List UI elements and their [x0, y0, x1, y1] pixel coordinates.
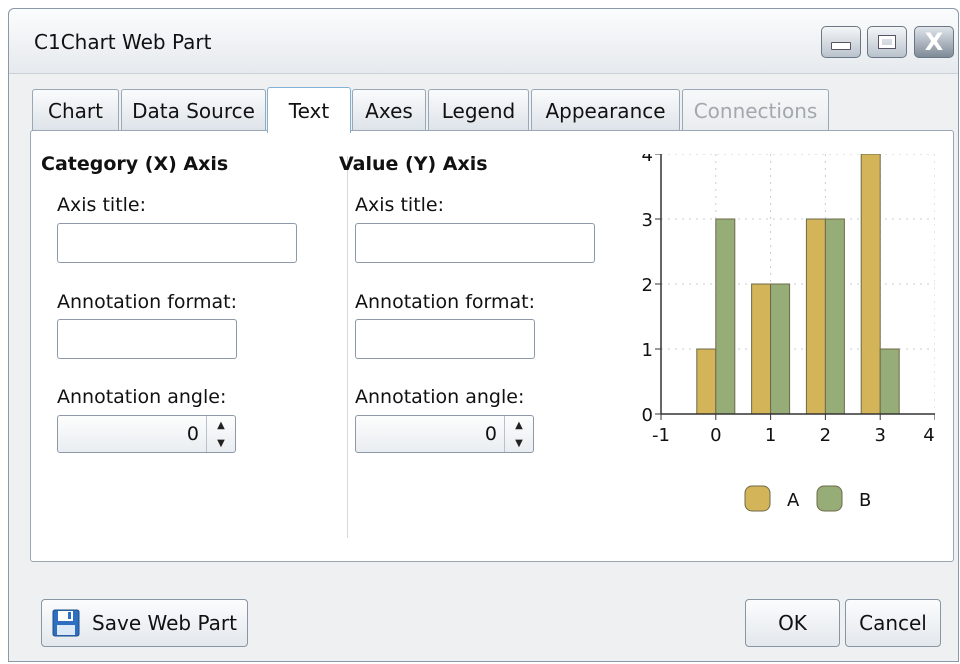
spin-up-icon[interactable]: ▲ — [505, 416, 533, 434]
minimize-icon — [831, 42, 851, 50]
window-title: C1Chart Web Part — [34, 30, 212, 54]
x-tick-label: 2 — [820, 425, 831, 446]
x-axis-title-input[interactable] — [57, 223, 297, 263]
spin-down-icon[interactable]: ▼ — [505, 434, 533, 452]
y-axis-heading: Value (Y) Axis — [339, 153, 488, 175]
cancel-button[interactable]: Cancel — [845, 599, 941, 647]
x-annotation-angle-label: Annotation angle: — [57, 386, 227, 408]
bar-b-3 — [879, 348, 900, 415]
bar-a-3 — [860, 154, 881, 415]
tab-connections: Connections — [682, 89, 829, 131]
y-annotation-format-input[interactable] — [355, 319, 535, 359]
x-annotation-format-label: Annotation format: — [57, 291, 238, 313]
y-axis-title-input[interactable] — [355, 223, 595, 263]
legend-label-b: B — [859, 490, 871, 511]
floppy-disk-icon — [52, 609, 80, 637]
y-tick-label: 4 — [642, 154, 653, 166]
y-tick-label: 2 — [642, 275, 653, 296]
x-tick-label: 3 — [874, 425, 885, 446]
ok-button[interactable]: OK — [745, 599, 840, 647]
y-annotation-angle-stepper[interactable]: 0 ▲ ▼ — [355, 415, 534, 453]
y-annotation-format-label: Annotation format: — [355, 291, 536, 313]
x-tick-label: 0 — [710, 425, 721, 446]
bar-b-0 — [715, 218, 736, 415]
web-part-dialog: C1Chart Web Part X Chart Data Source Tex… — [8, 8, 959, 662]
tab-data-source[interactable]: Data Source — [121, 89, 266, 131]
x-annotation-angle-value: 0 — [186, 423, 199, 445]
legend-label-a: A — [787, 490, 800, 511]
y-angle-spin-buttons: ▲ ▼ — [504, 416, 533, 452]
tab-chart[interactable]: Chart — [32, 89, 119, 131]
maximize-icon — [878, 35, 896, 49]
y-tick-label: 0 — [642, 405, 653, 426]
tab-axes[interactable]: Axes — [352, 89, 426, 131]
legend-swatch-b — [816, 485, 843, 512]
minimize-button[interactable] — [821, 26, 861, 58]
bar-a-2 — [805, 218, 826, 415]
x-tick-label: -1 — [652, 425, 670, 446]
section-divider — [347, 156, 348, 538]
x-annotation-format-input[interactable] — [57, 319, 237, 359]
close-button[interactable]: X — [914, 26, 954, 58]
bar-a-0 — [696, 348, 717, 415]
tab-text[interactable]: Text — [267, 87, 351, 133]
x-axis-title-label: Axis title: — [57, 194, 147, 216]
title-bar[interactable]: C1Chart Web Part X — [9, 9, 958, 74]
x-annotation-angle-stepper[interactable]: 0 ▲ ▼ — [57, 415, 236, 453]
maximize-button[interactable] — [867, 26, 907, 58]
save-web-part-button[interactable]: Save Web Part — [41, 599, 248, 647]
bar-b-2 — [824, 218, 845, 415]
tab-appearance[interactable]: Appearance — [531, 89, 680, 131]
x-tick-label: 4 — [923, 425, 934, 446]
y-annotation-angle-label: Annotation angle: — [355, 386, 525, 408]
legend-swatch-a — [744, 485, 771, 512]
y-tick-label: 3 — [642, 210, 653, 231]
bar-b-1 — [770, 283, 791, 415]
x-axis-heading: Category (X) Axis — [41, 153, 229, 175]
y-tick-label: 1 — [642, 340, 653, 361]
chart-preview: 01234-1 0 1 2 3 4A B — [642, 154, 935, 512]
spin-up-icon[interactable]: ▲ — [207, 416, 235, 434]
close-icon: X — [924, 28, 944, 56]
x-angle-spin-buttons: ▲ ▼ — [206, 416, 235, 452]
text-tab-panel: Category (X) Axis Axis title: Annotation… — [30, 130, 954, 562]
x-tick-label: 1 — [765, 425, 776, 446]
y-annotation-angle-value: 0 — [484, 423, 497, 445]
save-web-part-label: Save Web Part — [92, 611, 237, 635]
bar-a-1 — [751, 283, 772, 415]
tab-legend[interactable]: Legend — [428, 89, 529, 131]
spin-down-icon[interactable]: ▼ — [207, 434, 235, 452]
y-axis-title-label: Axis title: — [355, 194, 445, 216]
